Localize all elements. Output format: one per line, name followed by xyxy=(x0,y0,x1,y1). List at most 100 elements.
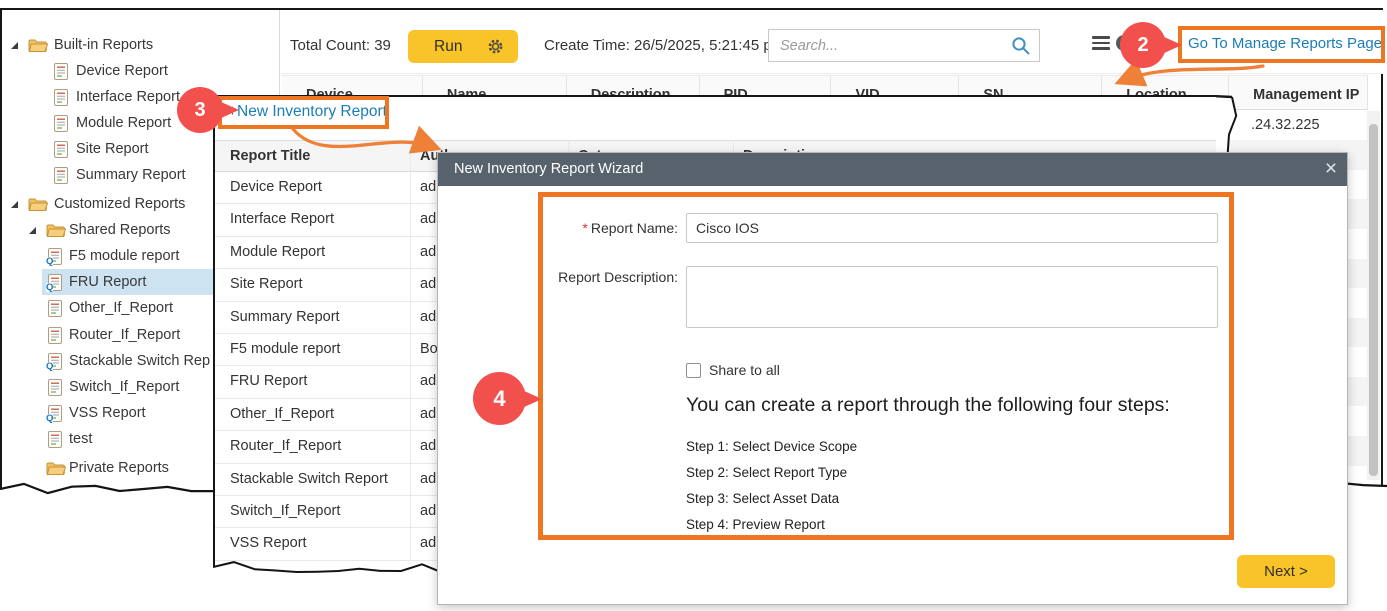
report-doc-icon xyxy=(48,300,62,317)
report-list-column-report-title[interactable]: Report Title xyxy=(230,148,310,164)
report-title-cell: Module Report xyxy=(230,244,325,260)
report-doc-icon: Q xyxy=(48,353,62,370)
create-time: Create Time: 26/5/2025, 5:21:45 pm xyxy=(544,37,784,54)
wizard-steps-heading: You can create a report through the foll… xyxy=(686,394,1170,417)
next-button[interactable]: Next > xyxy=(1237,555,1335,588)
folder-icon xyxy=(28,38,48,53)
query-badge-icon: Q xyxy=(46,362,53,371)
report-title-cell: VSS Report xyxy=(230,535,307,551)
report-author-cell: ad xyxy=(420,406,436,422)
sidebar-item-built-in-reports[interactable]: Built-in Reports xyxy=(2,32,280,58)
query-badge-icon: Q xyxy=(46,257,53,266)
search-box xyxy=(768,29,1040,62)
report-description-label: Report Description: xyxy=(498,269,678,285)
report-doc-icon xyxy=(54,115,68,132)
scrollbar-thumb[interactable] xyxy=(1369,124,1378,476)
callout-2: 2 xyxy=(1120,22,1166,68)
report-name-label: *Report Name: xyxy=(498,220,678,236)
create-time-value: 26/5/2025, 5:21:45 pm xyxy=(634,37,784,54)
sidebar-item-label: VSS Report xyxy=(69,405,146,421)
report-author-cell: ad xyxy=(420,244,436,260)
expander-icon[interactable] xyxy=(10,41,19,50)
report-author-cell: ad xyxy=(420,276,436,292)
total-count: Total Count: 39 xyxy=(290,37,391,54)
vertical-scrollbar[interactable] xyxy=(1367,111,1380,480)
go-to-manage-reports-link[interactable]: Go To Manage Reports Page > xyxy=(1188,35,1387,52)
report-author-cell: ad xyxy=(420,535,436,551)
search-input[interactable] xyxy=(778,31,1006,60)
report-author-cell: ad xyxy=(420,179,436,195)
sidebar-item-label: Private Reports xyxy=(69,460,169,476)
dialog-title: New Inventory Report Wizard xyxy=(454,161,643,177)
sidebar-item-label: Shared Reports xyxy=(69,222,171,238)
dialog-header: New Inventory Report Wizard × xyxy=(438,153,1347,186)
report-doc-icon: Q xyxy=(48,274,62,291)
expander-icon[interactable] xyxy=(28,226,37,235)
report-doc-icon: Q xyxy=(48,248,62,265)
sidebar-item-label: Module Report xyxy=(76,115,171,131)
sidebar-item-device-report[interactable]: Device Report xyxy=(2,58,280,84)
report-author-cell: Bo xyxy=(420,341,438,357)
sidebar-item-label: Interface Report xyxy=(76,89,180,105)
share-to-all-label: Share to all xyxy=(709,362,780,378)
report-doc-icon xyxy=(54,167,68,184)
report-author-cell: ad xyxy=(420,373,436,389)
total-count-label: Total Count: xyxy=(290,37,370,54)
report-toolbar: Total Count: 39 Run Create Time: 26/5/20… xyxy=(281,10,1383,74)
callout-3: 3 xyxy=(177,87,223,133)
sidebar-item-label: F5 module report xyxy=(69,248,179,264)
wizard-step-3: Step 3: Select Asset Data xyxy=(686,491,839,506)
sidebar-item-label: FRU Report xyxy=(69,274,146,290)
management-ip-cell: .24.32.225 xyxy=(1251,117,1320,133)
column-divider xyxy=(410,140,411,561)
report-name-input[interactable] xyxy=(686,213,1218,243)
report-doc-icon xyxy=(48,327,62,344)
screenshot-stage: Built-in Reports Device Report Interface R… xyxy=(0,0,1387,611)
report-doc-icon xyxy=(54,141,68,158)
share-to-all-checkbox[interactable] xyxy=(686,363,701,378)
folder-icon xyxy=(28,197,48,212)
report-author-cell: ad xyxy=(420,211,436,227)
close-icon[interactable]: × xyxy=(1318,156,1344,182)
query-badge-icon: Q xyxy=(46,283,53,292)
expander-icon[interactable] xyxy=(10,200,19,209)
report-doc-icon xyxy=(48,379,62,396)
sidebar-item-label: Site Report xyxy=(76,141,149,157)
share-to-all-row: Share to all xyxy=(686,362,780,378)
gear-icon xyxy=(487,38,504,55)
new-inventory-report-link[interactable]: +New Inventory Report xyxy=(228,103,387,121)
report-title-cell: Interface Report xyxy=(230,211,334,227)
folder-icon xyxy=(46,461,66,476)
report-doc-icon xyxy=(54,63,68,80)
folder-icon xyxy=(46,223,66,238)
sidebar-item-label: Router_If_Report xyxy=(69,327,180,343)
run-button[interactable]: Run xyxy=(408,30,518,63)
column-header-management-ip[interactable]: Management IP xyxy=(1229,76,1368,109)
search-icon[interactable] xyxy=(1011,36,1031,61)
menu-icon[interactable] xyxy=(1092,36,1110,50)
report-description-input[interactable] xyxy=(686,266,1218,328)
report-author-cell: ad xyxy=(420,438,436,454)
report-doc-icon xyxy=(54,89,68,106)
callout-4: 4 xyxy=(473,372,526,425)
report-doc-icon xyxy=(48,431,62,448)
report-title-cell: Device Report xyxy=(230,179,322,195)
total-count-value: 39 xyxy=(374,37,391,54)
report-author-cell: ad xyxy=(420,503,436,519)
report-title-cell: Switch_If_Report xyxy=(230,503,340,519)
sidebar-item-label: Summary Report xyxy=(76,167,186,183)
report-title-cell: Summary Report xyxy=(230,309,340,325)
sidebar-item-label: Built-in Reports xyxy=(54,37,153,53)
report-doc-icon: Q xyxy=(48,405,62,422)
sidebar-item-label: Customized Reports xyxy=(54,196,185,212)
create-time-label: Create Time: xyxy=(544,37,630,54)
report-title-cell: F5 module report xyxy=(230,341,340,357)
report-title-cell: FRU Report xyxy=(230,373,307,389)
wizard-step-2: Step 2: Select Report Type xyxy=(686,465,847,480)
report-title-cell: Other_If_Report xyxy=(230,406,334,422)
wizard-step-1: Step 1: Select Device Scope xyxy=(686,439,857,454)
sidebar-item-label: test xyxy=(69,431,92,447)
sidebar-item-label: Stackable Switch Rep xyxy=(69,353,210,369)
report-author-cell: ad xyxy=(420,309,436,325)
query-badge-icon: Q xyxy=(46,414,53,423)
